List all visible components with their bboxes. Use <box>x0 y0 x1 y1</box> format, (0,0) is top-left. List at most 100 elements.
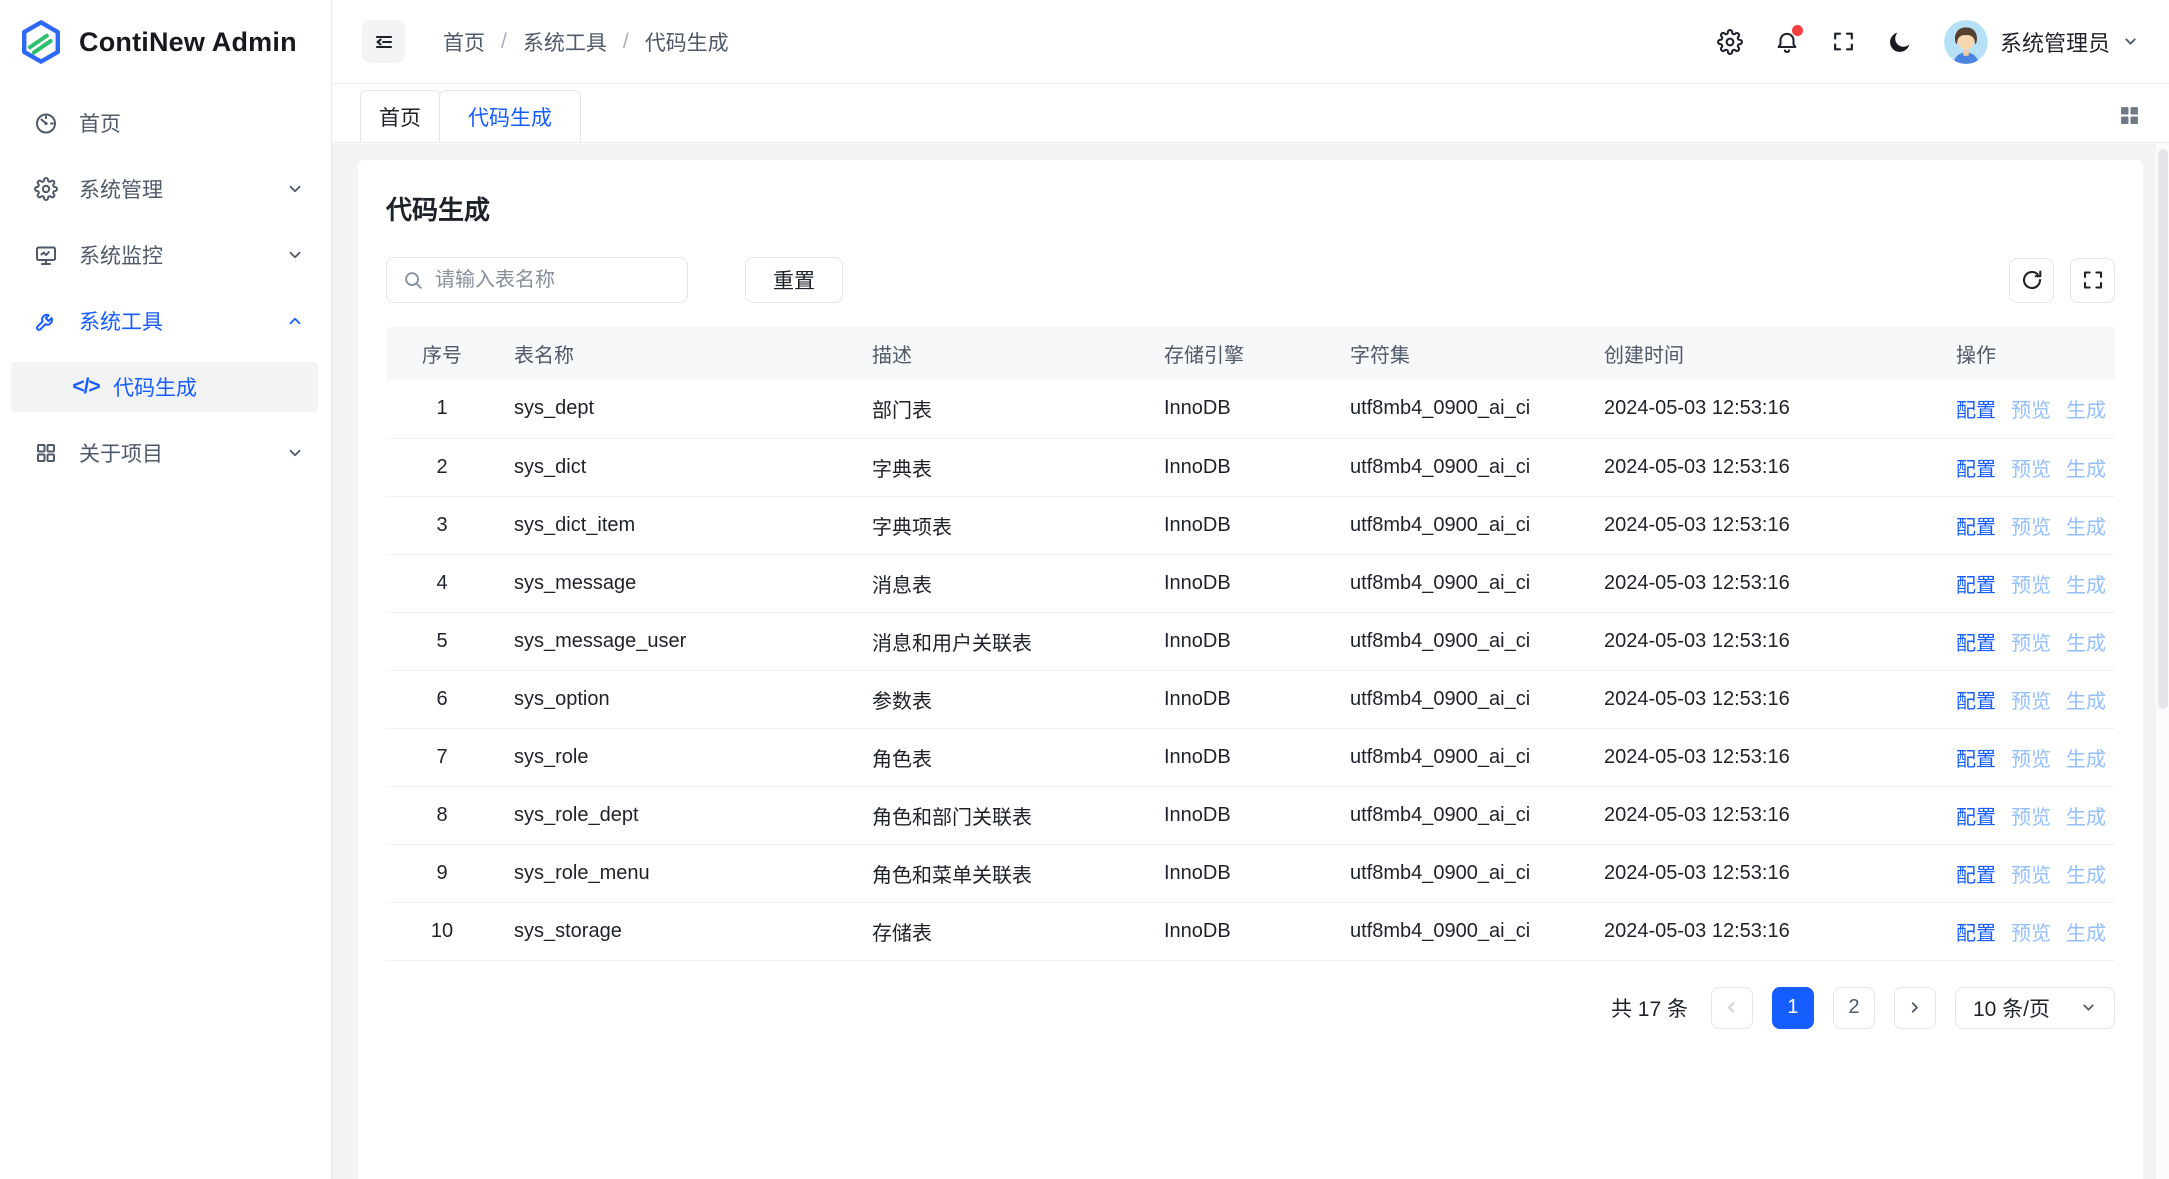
cell-no: 7 <box>386 728 498 786</box>
config-link[interactable]: 配置 <box>1956 691 1996 713</box>
cell-engine: InnoDB <box>1148 728 1334 786</box>
chevron-down-icon <box>2080 999 2097 1016</box>
cell-desc: 字典项表 <box>856 496 1148 554</box>
logo-hexagon-icon <box>18 19 64 65</box>
cell-created: 2024-05-03 12:53:16 <box>1588 554 1940 612</box>
config-link[interactable]: 配置 <box>1956 865 1996 887</box>
chevron-down-icon <box>286 444 304 462</box>
table-row: 9sys_role_menu角色和菜单关联表InnoDButf8mb4_0900… <box>386 844 2115 902</box>
config-link[interactable]: 配置 <box>1956 633 1996 655</box>
config-link[interactable]: 配置 <box>1956 749 1996 771</box>
tab-code-generation[interactable]: 代码生成 <box>439 90 581 142</box>
sidebar: ContiNew Admin 首页 系 <box>0 0 332 1179</box>
sidebar-collapse-button[interactable] <box>362 20 405 63</box>
cell-actions: 配置预览生成 <box>1940 554 2115 612</box>
notifications-button[interactable] <box>1774 29 1800 55</box>
expand-icon <box>2081 268 2105 292</box>
user-menu[interactable]: 系统管理员 <box>1944 20 2139 64</box>
breadcrumb-separator: / <box>623 30 629 54</box>
cell-actions: 配置预览生成 <box>1940 902 2115 960</box>
preview-link: 预览 <box>2011 575 2051 597</box>
sidebar-item-label: 代码生成 <box>113 372 304 402</box>
preview-link: 预览 <box>2011 923 2051 945</box>
pagination-total: 共 17 条 <box>1611 993 1688 1023</box>
pagination-page-1[interactable]: 1 <box>1772 987 1814 1029</box>
cell-name: sys_dept <box>498 380 856 438</box>
sidebar-item-system-monitor[interactable]: 系统监控 <box>11 230 318 280</box>
cell-charset: utf8mb4_0900_ai_ci <box>1334 612 1588 670</box>
app-title: ContiNew Admin <box>79 27 297 58</box>
config-link[interactable]: 配置 <box>1956 459 1996 481</box>
sidebar-item-label: 关于项目 <box>79 438 286 468</box>
sidebar-item-system-tools[interactable]: 系统工具 <box>11 296 318 346</box>
chevron-up-icon <box>286 312 304 330</box>
breadcrumb-home[interactable]: 首页 <box>443 27 485 57</box>
pagination-page-2[interactable]: 2 <box>1833 987 1875 1029</box>
settings-button[interactable] <box>1717 29 1743 55</box>
breadcrumb-separator: / <box>501 30 507 54</box>
chevron-right-icon <box>1906 999 1923 1016</box>
cell-desc: 部门表 <box>856 380 1148 438</box>
scrollbar-thumb[interactable] <box>2158 149 2168 709</box>
cell-created: 2024-05-03 12:53:16 <box>1588 728 1940 786</box>
cell-created: 2024-05-03 12:53:16 <box>1588 670 1940 728</box>
tables-table: 序号 表名称 描述 存储引擎 字符集 创建时间 操作 1sys_dept部门表I… <box>386 327 2115 961</box>
cell-no: 3 <box>386 496 498 554</box>
config-link[interactable]: 配置 <box>1956 400 1996 422</box>
cell-no: 10 <box>386 902 498 960</box>
cell-no: 4 <box>386 554 498 612</box>
generate-link: 生成 <box>2066 749 2106 771</box>
cell-created: 2024-05-03 12:53:16 <box>1588 844 1940 902</box>
gear-icon <box>1717 29 1743 55</box>
cell-name: sys_message <box>498 554 856 612</box>
table-row: 4sys_message消息表InnoDButf8mb4_0900_ai_ci2… <box>386 554 2115 612</box>
breadcrumb: 首页 / 系统工具 / 代码生成 <box>443 27 729 57</box>
generate-link: 生成 <box>2066 865 2106 887</box>
breadcrumb-system-tools[interactable]: 系统工具 <box>523 27 607 57</box>
navbar-actions: 系统管理员 <box>1717 20 2139 64</box>
config-link[interactable]: 配置 <box>1956 807 1996 829</box>
sidebar-item-code-generation[interactable]: </> 代码生成 <box>11 362 318 412</box>
app-window: ContiNew Admin 首页 系 <box>0 0 2169 1179</box>
cell-charset: utf8mb4_0900_ai_ci <box>1334 380 1588 438</box>
cell-desc: 角色表 <box>856 728 1148 786</box>
avatar <box>1944 20 1988 64</box>
config-link[interactable]: 配置 <box>1956 517 1996 539</box>
cell-engine: InnoDB <box>1148 612 1334 670</box>
cell-desc: 角色和部门关联表 <box>856 786 1148 844</box>
cell-name: sys_option <box>498 670 856 728</box>
sidebar-item-label: 系统监控 <box>79 240 286 270</box>
moon-icon <box>1887 29 1913 55</box>
page-size-value: 10 条/页 <box>1973 993 2050 1023</box>
sidebar-item-home[interactable]: 首页 <box>11 98 318 148</box>
cell-created: 2024-05-03 12:53:16 <box>1588 612 1940 670</box>
preview-link: 预览 <box>2011 865 2051 887</box>
sidebar-item-system-management[interactable]: 系统管理 <box>11 164 318 214</box>
cell-no: 6 <box>386 670 498 728</box>
code-icon: </> <box>73 375 99 399</box>
logo[interactable]: ContiNew Admin <box>0 0 331 84</box>
page-size-select[interactable]: 10 条/页 <box>1955 987 2115 1029</box>
pagination-next-button[interactable] <box>1894 987 1936 1029</box>
search-input[interactable] <box>435 269 672 292</box>
generate-link: 生成 <box>2066 691 2106 713</box>
cell-no: 5 <box>386 612 498 670</box>
fullscreen-button[interactable] <box>1831 29 1856 54</box>
tab-home[interactable]: 首页 <box>360 90 440 142</box>
cell-created: 2024-05-03 12:53:16 <box>1588 496 1940 554</box>
cell-desc: 消息和用户关联表 <box>856 612 1148 670</box>
cell-actions: 配置预览生成 <box>1940 670 2115 728</box>
dark-mode-button[interactable] <box>1887 29 1913 55</box>
table-name-search[interactable] <box>386 257 688 303</box>
cell-desc: 消息表 <box>856 554 1148 612</box>
refresh-button[interactable] <box>2009 258 2054 303</box>
table-fullscreen-button[interactable] <box>2070 258 2115 303</box>
cell-charset: utf8mb4_0900_ai_ci <box>1334 844 1588 902</box>
reset-button[interactable]: 重置 <box>745 257 843 303</box>
sidebar-item-about-project[interactable]: 关于项目 <box>11 428 318 478</box>
tab-actions-button[interactable] <box>2112 98 2147 133</box>
config-link[interactable]: 配置 <box>1956 923 1996 945</box>
cell-engine: InnoDB <box>1148 786 1334 844</box>
config-link[interactable]: 配置 <box>1956 575 1996 597</box>
cell-created: 2024-05-03 12:53:16 <box>1588 902 1940 960</box>
